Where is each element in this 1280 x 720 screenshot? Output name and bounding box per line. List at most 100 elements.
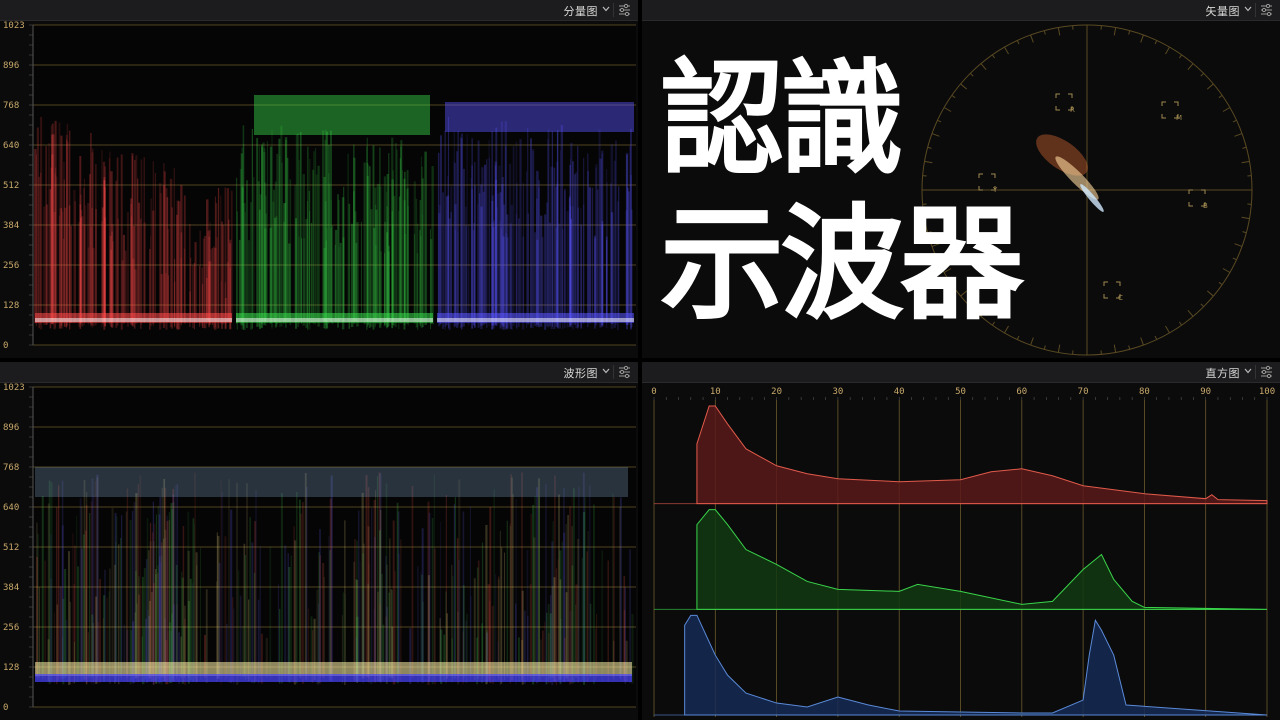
waveform-title[interactable]: 波形图: [564, 365, 599, 381]
vectorscope-tick: [1154, 335, 1158, 340]
chevron-down-icon[interactable]: [1244, 5, 1252, 13]
vectorscope-tick: [1043, 345, 1046, 350]
parade-tick-label: 640: [3, 141, 19, 151]
vectorscope-tick: [1178, 321, 1183, 326]
header-divider: [613, 365, 614, 379]
vectorscope-tick: [1187, 309, 1194, 317]
chevron-down-icon[interactable]: [602, 367, 610, 375]
sliders-icon[interactable]: [1259, 2, 1274, 17]
waveform-black-level: [35, 674, 632, 682]
parade-tick-label: 256: [3, 261, 19, 271]
vectorscope-tick: [1218, 94, 1223, 99]
vectorscope-tick: [1043, 30, 1046, 35]
vectorscope-tick: [1232, 257, 1237, 261]
histogram-chart: 0 10 20 30 40 50 60 70 80 90 100: [651, 387, 1275, 717]
parade-panel: 分量图 1023 896 768 640 512 384 256 128 0: [0, 0, 638, 358]
vectorscope-title[interactable]: 矢量图: [1206, 3, 1241, 19]
vectorscope-tick: [1241, 160, 1250, 164]
sliders-icon[interactable]: [1259, 364, 1274, 379]
overlay-title-line2: 示波器: [660, 193, 1024, 337]
vectorscope-target-M: M: [1161, 101, 1182, 122]
vectorscope-tick: [1187, 63, 1194, 71]
vectorscope-tick: [1241, 216, 1250, 220]
vectorscope-target-label: M: [1176, 114, 1182, 122]
waveform-tick-label: 640: [3, 503, 19, 513]
vectorscope-tick: [1030, 34, 1034, 43]
waveform-header: 波形图: [0, 362, 638, 383]
histogram-x-tick-label: 70: [1078, 387, 1089, 397]
parade-black-level-core: [437, 318, 634, 322]
parade-tick-label: 768: [3, 101, 19, 111]
vectorscope-tick: [1218, 281, 1223, 286]
histogram-x-tick-label: 40: [894, 387, 905, 397]
parade-title[interactable]: 分量图: [564, 3, 599, 19]
vectorscope-tick: [1128, 30, 1131, 35]
header-divider: [1255, 365, 1256, 379]
histogram-x-tick-label: 20: [771, 387, 782, 397]
histogram-x-tick-label: 30: [832, 387, 843, 397]
sliders-icon[interactable]: [617, 364, 632, 379]
parade-black-level-core: [236, 318, 433, 322]
waveform-tick-label: 1023: [3, 383, 25, 393]
parade-black-level-core: [35, 318, 232, 322]
vectorscope-tick: [1222, 107, 1231, 112]
waveform-tick-label: 896: [3, 423, 19, 433]
vectorscope-tick: [1206, 290, 1214, 297]
vectorscope-tick: [1057, 27, 1061, 36]
header-divider: [613, 3, 614, 17]
histogram-x-tick-label: 80: [1139, 387, 1150, 397]
waveform-tick-label: 256: [3, 623, 19, 633]
histogram-series-G: [696, 509, 1268, 610]
vectorscope-tick: [1178, 54, 1183, 59]
waveform-tick-label: 0: [3, 703, 8, 713]
vectorscope-header: 矢量图: [642, 0, 1280, 21]
vectorscope-tick: [1206, 83, 1214, 90]
histogram-x-tick-label: 60: [1016, 387, 1027, 397]
vectorscope-tick: [1016, 40, 1020, 45]
parade-scope: 1023 896 768 640 512 384 256 128 0: [3, 21, 636, 351]
chevron-down-icon[interactable]: [1244, 367, 1252, 375]
vectorscope-tick: [1242, 231, 1247, 234]
histogram-x-tick-label: 90: [1200, 387, 1211, 397]
histogram-x-tick-label: 100: [1259, 387, 1275, 397]
histogram-series-R: [696, 405, 1268, 505]
parade-highlight-band: [445, 102, 634, 132]
histogram-title[interactable]: 直方图: [1206, 365, 1241, 381]
vectorscope-tick: [1200, 303, 1205, 308]
vectorscope-target-C: C: [1103, 281, 1123, 302]
parade-tick-label: 128: [3, 301, 19, 311]
vectorscope-tick: [1057, 344, 1061, 353]
vectorscope-tick: [1165, 46, 1170, 55]
vectorscope-target-label: B: [1203, 202, 1208, 210]
histogram-x-tick-label: 0: [651, 387, 656, 397]
vectorscope-tick: [1128, 345, 1131, 350]
chevron-down-icon[interactable]: [602, 5, 610, 13]
overlay-title-line1: 認識: [660, 48, 904, 192]
vectorscope-tick: [1242, 146, 1247, 149]
histogram-panel: 直方图 0 10 20 30 40 50 60 70 80 90 100: [642, 362, 1280, 720]
parade-tick-label: 1023: [3, 21, 25, 31]
vectorscope-tick: [1234, 133, 1243, 137]
histogram-series-B: [684, 614, 1268, 716]
waveform-highlight-band: [35, 467, 628, 497]
waveform-tick-label: 768: [3, 463, 19, 473]
vectorscope-tick: [1165, 325, 1170, 334]
parade-tick-label: 0: [3, 341, 8, 351]
vectorscope-tick: [1200, 72, 1205, 77]
parade-tick-label: 512: [3, 181, 19, 191]
vectorscope-tick: [1030, 337, 1034, 346]
vectorscope-tick: [1140, 337, 1144, 346]
vectorscope-tick: [1234, 243, 1243, 247]
vectorscope-tick: [1113, 27, 1117, 36]
sliders-icon[interactable]: [617, 2, 632, 17]
parade-tick-label: 384: [3, 221, 19, 231]
vectorscope-tick: [1232, 119, 1237, 123]
header-divider: [1255, 3, 1256, 17]
histogram-x-tick-label: 50: [955, 387, 966, 397]
waveform-scope: 1023 896 768 640 512 384 256 128 0: [3, 383, 636, 713]
parade-highlight-band: [254, 95, 430, 135]
waveform-tick-label: 128: [3, 663, 19, 673]
vectorscope-tick: [1113, 344, 1117, 353]
vectorscope-tick: [1140, 34, 1144, 43]
parade-tick-label: 896: [3, 61, 19, 71]
